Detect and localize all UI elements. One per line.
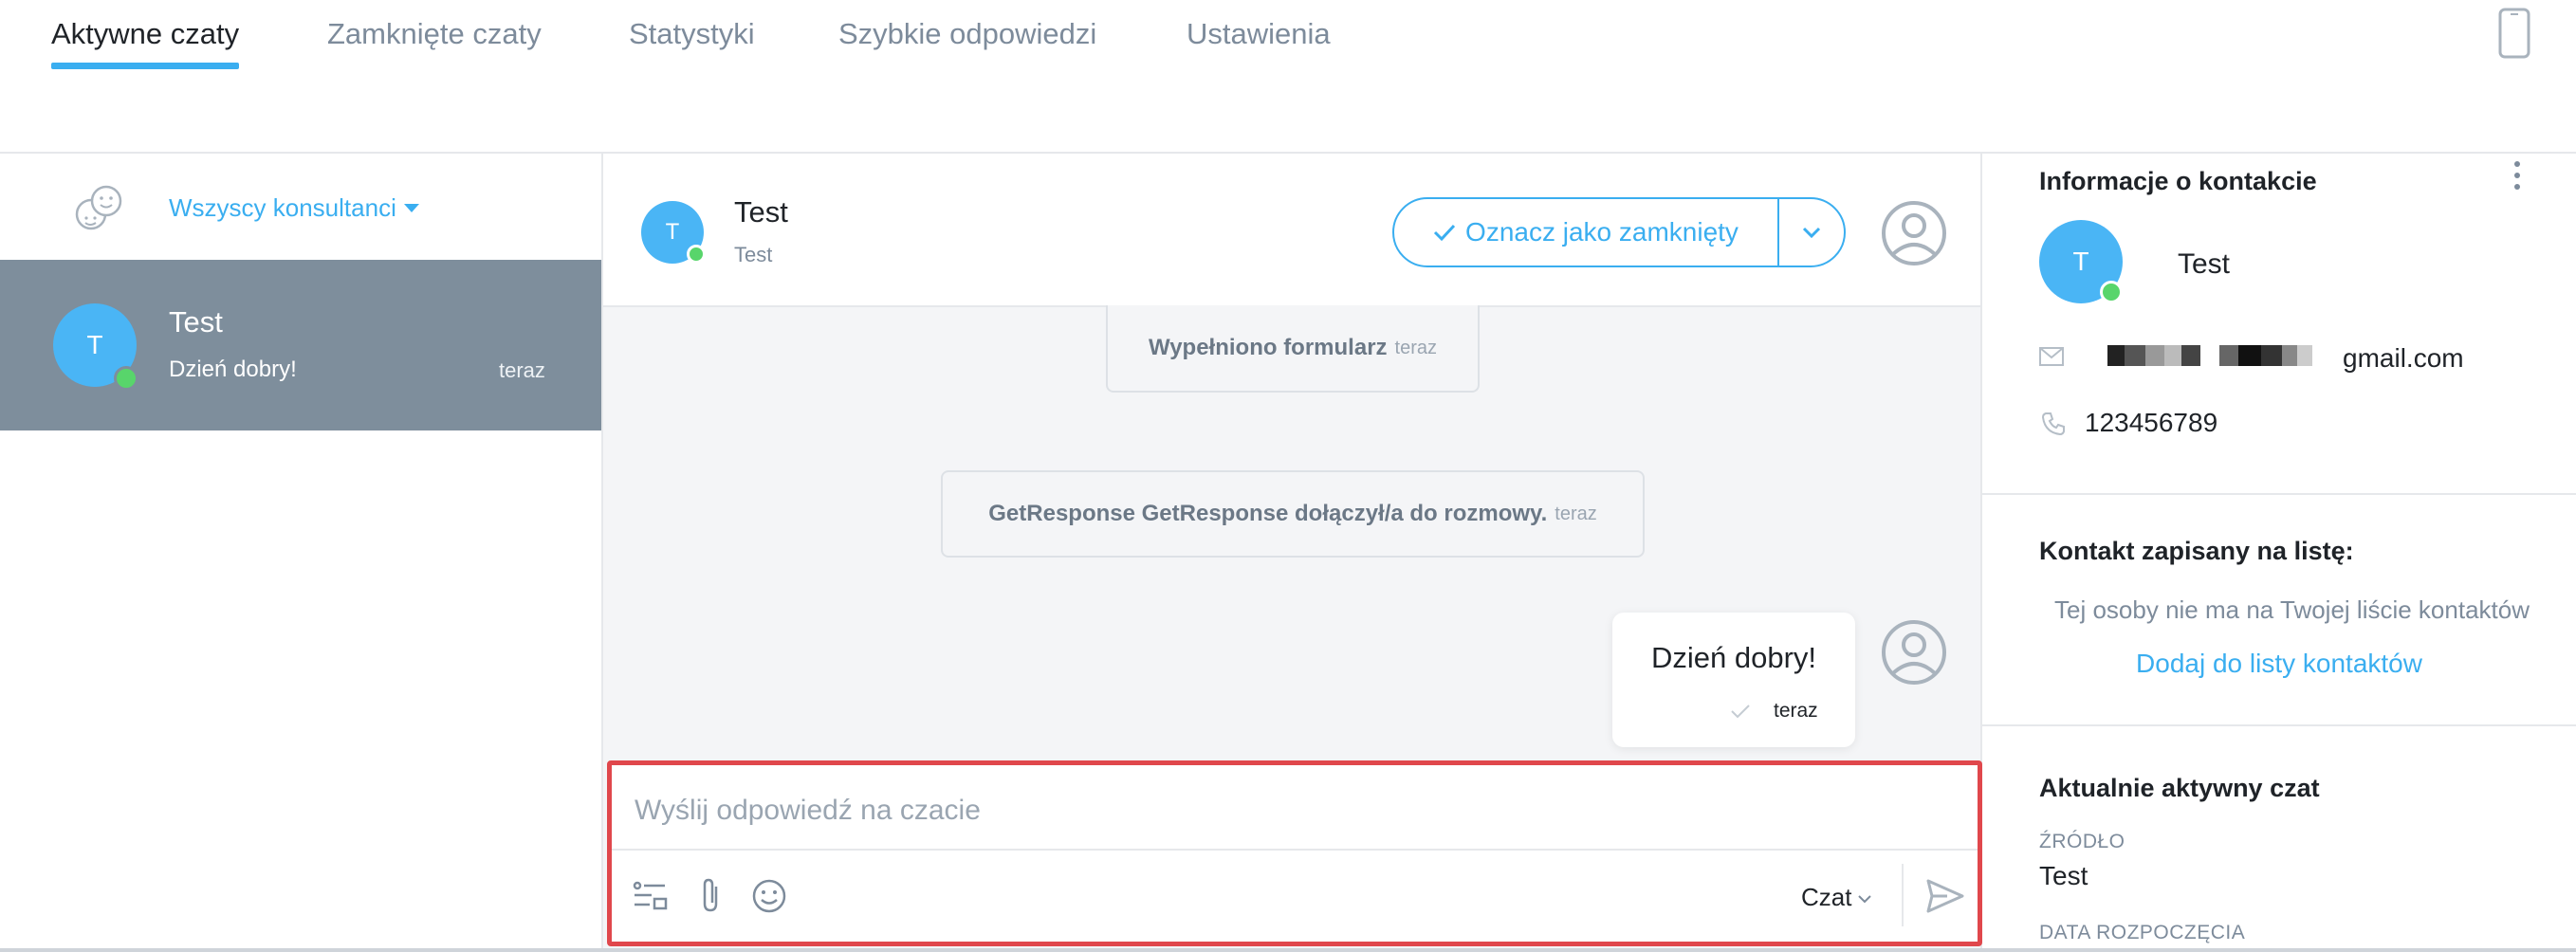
agents-dropdown-label: Wszyscy konsultanci xyxy=(169,193,396,222)
contact-info-panel: Informacje o kontakcie T Test gmail.com … xyxy=(1982,154,2576,952)
tab-quick-replies[interactable]: Szybkie odpowiedzi xyxy=(838,17,1096,51)
phone-icon xyxy=(2041,412,2065,436)
agent-message-bubble: Dzień dobry! teraz xyxy=(1612,613,1855,747)
divider xyxy=(1902,864,1904,926)
close-chat-button-group: Oznacz jako zamknięty xyxy=(1392,197,1846,267)
channel-select[interactable]: Czat xyxy=(1801,883,1872,912)
system-message: Wypełniono formularz teraz xyxy=(1106,305,1480,393)
add-to-contact-list-link[interactable]: Dodaj do listy kontaktów xyxy=(1982,649,2576,679)
source-value: Test xyxy=(2039,861,2088,890)
mobile-phone-icon[interactable] xyxy=(2497,8,2531,59)
list-section-title: Kontakt zapisany na listę: xyxy=(2039,537,2354,565)
close-options-toggle[interactable] xyxy=(1777,199,1844,265)
paperclip-icon[interactable] xyxy=(693,877,731,915)
user-icon[interactable] xyxy=(1880,199,1948,267)
check-icon xyxy=(1433,224,1456,242)
contact-email: gmail.com xyxy=(2343,343,2464,373)
contact-name: Test xyxy=(2178,248,2231,280)
system-message-time: teraz xyxy=(1394,337,1438,358)
tab-active-chats[interactable]: Aktywne czaty xyxy=(51,17,240,69)
chat-header: T Test Test Oznacz jako zamknięty xyxy=(603,154,1980,307)
mark-as-closed-label: Oznacz jako zamknięty xyxy=(1465,217,1739,247)
tab-settings[interactable]: Ustawienia xyxy=(1187,17,1331,51)
message-time: teraz xyxy=(1774,700,1818,722)
start-date-label: DATA ROZPOCZĘCIA xyxy=(2039,922,2246,943)
message-text: Dzień dobry! xyxy=(1650,641,1817,674)
tab-statistics[interactable]: Statystyki xyxy=(629,17,755,51)
system-message: GetResponse GetResponse dołączył/a do ro… xyxy=(941,470,1645,558)
online-status-dot xyxy=(114,366,138,391)
tab-closed-chats[interactable]: Zamknięte czaty xyxy=(327,17,542,51)
not-on-list-note: Tej osoby nie ma na Twojej liście kontak… xyxy=(2054,595,2530,624)
contact-info-title: Informacje o kontakcie xyxy=(2039,167,2317,195)
agents-icon xyxy=(75,185,122,230)
online-status-dot xyxy=(2100,281,2123,303)
chat-contact-name: Test xyxy=(734,195,788,229)
chat-list-sidebar: Wszyscy konsultanci T Test Dzień dobry! … xyxy=(0,154,603,952)
emoji-icon[interactable] xyxy=(750,877,788,915)
send-icon[interactable] xyxy=(1924,877,1966,915)
caret-down-icon xyxy=(403,203,419,212)
agents-dropdown[interactable]: Wszyscy konsultanci xyxy=(169,193,419,223)
chevron-down-icon xyxy=(1802,227,1821,238)
chat-panel: T Test Test Oznacz jako zamknięty Wypełn… xyxy=(603,154,1982,952)
mail-icon xyxy=(2039,347,2064,366)
window-bottom-edge xyxy=(0,948,2576,952)
more-options-icon[interactable] xyxy=(2510,161,2525,199)
online-status-dot xyxy=(687,245,706,264)
redacted-text xyxy=(2219,345,2312,366)
chat-item-time: teraz xyxy=(499,358,545,382)
chevron-down-icon xyxy=(1858,895,1872,904)
divider xyxy=(612,849,1978,851)
chat-item-name: Test xyxy=(169,305,223,339)
redacted-text xyxy=(2107,345,2200,366)
source-label: ŹRÓDŁO xyxy=(2039,831,2125,852)
check-icon xyxy=(1731,705,1750,719)
reply-input[interactable] xyxy=(635,782,1943,839)
divider xyxy=(1982,493,2576,495)
system-message-text: Wypełniono formularz xyxy=(1148,335,1388,360)
channel-select-label: Czat xyxy=(1801,883,1852,911)
mark-as-closed-button[interactable]: Oznacz jako zamknięty xyxy=(1394,199,1777,265)
agents-filter: Wszyscy konsultanci xyxy=(0,154,601,260)
message-composer: Czat xyxy=(607,760,1982,946)
active-chat-title: Aktualnie aktywny czat xyxy=(2039,774,2320,802)
chat-item-preview: Dzień dobry! xyxy=(169,357,297,382)
quick-replies-icon[interactable] xyxy=(631,877,669,915)
system-message-time: teraz xyxy=(1555,503,1597,524)
top-navigation: Aktywne czaty Zamknięte czaty Statystyki… xyxy=(0,0,2576,154)
contact-phone: 123456789 xyxy=(2085,408,2218,437)
chat-contact-subtitle: Test xyxy=(734,243,773,266)
user-icon xyxy=(1882,620,1946,685)
divider xyxy=(1982,724,2576,726)
chat-list-item[interactable]: T Test Dzień dobry! teraz xyxy=(0,260,601,430)
system-message-text: GetResponse GetResponse dołączył/a do ro… xyxy=(988,501,1548,526)
